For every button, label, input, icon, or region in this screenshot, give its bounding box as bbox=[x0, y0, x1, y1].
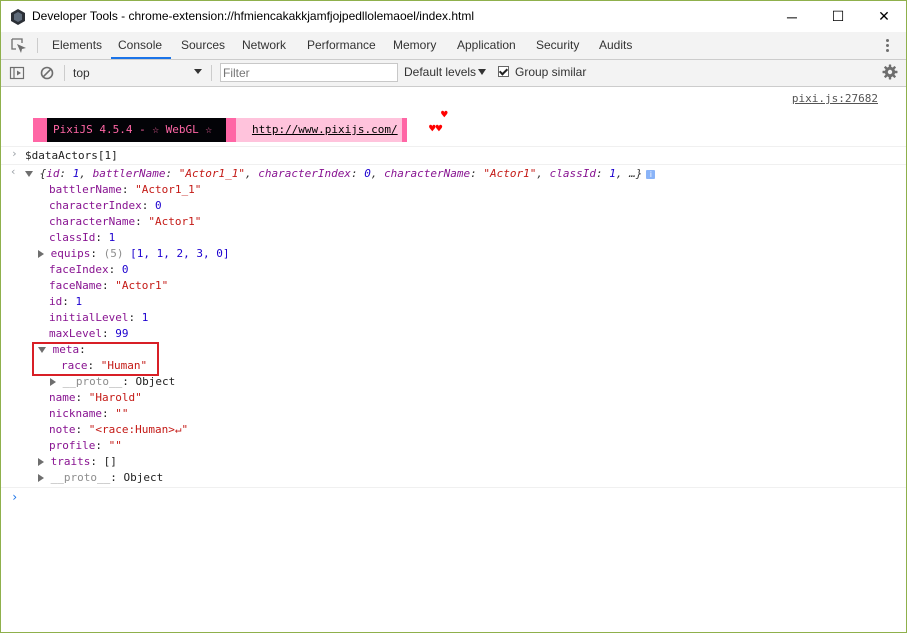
property-row: maxLevel: 99 bbox=[49, 327, 129, 340]
collapsed-arrow-icon[interactable] bbox=[38, 458, 44, 466]
inspect-element-icon[interactable] bbox=[11, 38, 27, 54]
property-row: initialLevel: 1 bbox=[49, 311, 149, 324]
toolbar-separator bbox=[64, 65, 65, 81]
maximize-button[interactable]: ☐ bbox=[815, 1, 861, 32]
tab-performance[interactable]: Performance bbox=[307, 32, 376, 59]
property-row-expandable[interactable]: __proto__: Object bbox=[50, 374, 175, 390]
property-row-expandable[interactable]: traits: [] bbox=[38, 454, 117, 470]
panel-tab-bar: Elements Console Sources Network Perform… bbox=[1, 32, 906, 60]
chevron-down-icon bbox=[194, 69, 202, 74]
banner-version-text: PixiJS 4.5.4 - ☆ WebGL ☆ bbox=[47, 118, 226, 142]
source-link[interactable]: pixi.js:27682 bbox=[792, 92, 878, 105]
console-output: pixi.js:27682 PixiJS 4.5.4 - ☆ WebGL ☆ h… bbox=[1, 87, 906, 632]
info-icon[interactable]: i bbox=[646, 169, 656, 179]
property-row: faceIndex: 0 bbox=[49, 263, 129, 276]
pixi-banner: PixiJS 4.5.4 - ☆ WebGL ☆ http://www.pixi… bbox=[33, 118, 407, 142]
property-row: nickname: "" bbox=[49, 407, 129, 420]
property-row: faceName: "Actor1" bbox=[49, 279, 169, 292]
command-text: $dataActors[1] bbox=[25, 149, 118, 162]
devtools-app-icon bbox=[11, 9, 25, 25]
property-row: characterName: "Actor1" bbox=[49, 215, 202, 228]
tab-security[interactable]: Security bbox=[536, 32, 579, 59]
filter-input[interactable] bbox=[220, 63, 398, 82]
more-options-icon[interactable] bbox=[886, 38, 890, 54]
property-row: id: 1 bbox=[49, 295, 83, 308]
devtools-window: Developer Tools - chrome-extension://hfm… bbox=[0, 0, 907, 633]
result-chevron-icon: ‹ bbox=[10, 165, 17, 178]
title-bar: Developer Tools - chrome-extension://hfm… bbox=[1, 1, 906, 32]
levels-chevron-icon bbox=[478, 69, 486, 75]
property-row: name: "Harold" bbox=[49, 391, 142, 404]
hearts-bottom: ♥♥ bbox=[429, 122, 443, 135]
gear-icon[interactable] bbox=[882, 64, 898, 80]
tab-sources[interactable]: Sources bbox=[181, 32, 225, 59]
tab-audits[interactable]: Audits bbox=[599, 32, 632, 59]
context-select[interactable]: top bbox=[73, 63, 207, 83]
hearts-top: ♥ bbox=[441, 108, 448, 121]
console-toolbar: top Default levels Group similar bbox=[1, 60, 906, 87]
console-input-prompt-icon[interactable]: › bbox=[11, 490, 18, 504]
collapsed-arrow-icon[interactable] bbox=[38, 250, 44, 258]
message-divider bbox=[1, 487, 906, 488]
banner-pink-block bbox=[225, 118, 236, 142]
minimize-button[interactable]: ─ bbox=[769, 1, 815, 32]
log-levels-dropdown[interactable]: Default levels bbox=[404, 65, 476, 79]
toolbar-separator bbox=[211, 65, 212, 81]
property-row: battlerName: "Actor1_1" bbox=[49, 183, 202, 196]
property-row-expandable[interactable]: equips: (5) [1, 1, 2, 3, 0] bbox=[38, 246, 229, 262]
property-row: profile: "" bbox=[49, 439, 122, 452]
prompt-chevron-icon: › bbox=[11, 147, 18, 160]
collapsed-arrow-icon[interactable] bbox=[50, 378, 56, 386]
clear-console-icon[interactable] bbox=[39, 65, 55, 81]
message-divider bbox=[1, 146, 906, 147]
show-sidebar-icon[interactable] bbox=[9, 65, 25, 81]
banner-pink-block bbox=[33, 118, 47, 142]
object-summary[interactable]: {id: 1, battlerName: "Actor1_1", charact… bbox=[25, 166, 656, 182]
message-divider bbox=[1, 164, 906, 165]
meta-highlight-box bbox=[32, 342, 159, 376]
active-tab-indicator bbox=[111, 57, 171, 59]
window-title: Developer Tools - chrome-extension://hfm… bbox=[32, 9, 474, 23]
tab-elements[interactable]: Elements bbox=[52, 32, 102, 59]
expanded-arrow-icon[interactable] bbox=[25, 171, 33, 177]
tab-memory[interactable]: Memory bbox=[393, 32, 436, 59]
group-similar-checkbox[interactable] bbox=[498, 66, 509, 77]
property-row: classId: 1 bbox=[49, 231, 116, 244]
property-row-expandable[interactable]: __proto__: Object bbox=[38, 470, 163, 486]
collapsed-arrow-icon[interactable] bbox=[38, 474, 44, 482]
tab-console[interactable]: Console bbox=[118, 32, 162, 59]
close-button[interactable]: ✕ bbox=[861, 1, 906, 32]
property-row: note: "<race:Human>↵" bbox=[49, 423, 189, 436]
property-row: characterIndex: 0 bbox=[49, 199, 162, 212]
group-similar-label: Group similar bbox=[515, 65, 587, 79]
banner-url-link[interactable]: http://www.pixijs.com/ bbox=[235, 118, 402, 142]
banner-pink-block bbox=[401, 118, 407, 142]
tab-separator bbox=[37, 38, 38, 53]
tab-network[interactable]: Network bbox=[242, 32, 286, 59]
tab-application[interactable]: Application bbox=[457, 32, 516, 59]
